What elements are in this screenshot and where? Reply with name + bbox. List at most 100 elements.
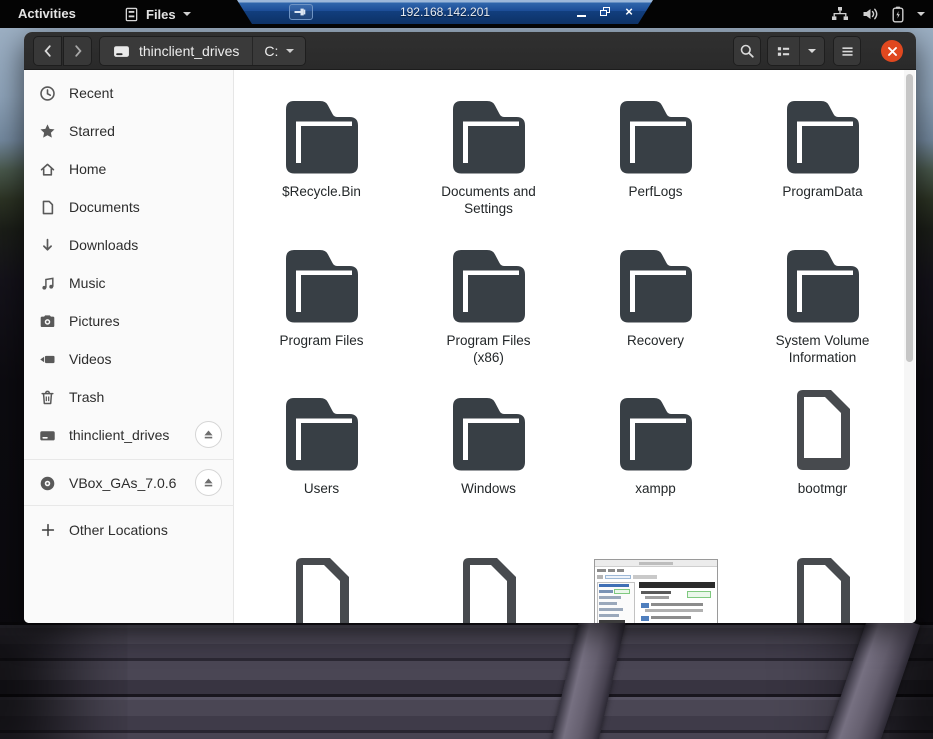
drive-icon [113,43,130,60]
sidebar-item-downloads[interactable]: Downloads [24,226,234,264]
scrollbar-track[interactable] [904,70,915,623]
rdp-minimize-button[interactable] [571,3,591,20]
sidebar-item-thinclient-drives[interactable]: thinclient_drives [24,416,234,454]
sidebar-item-home[interactable]: Home [24,150,234,188]
restore-icon [600,7,610,16]
files-app-menu-label: Files [146,7,176,22]
sidebar-separator [24,459,234,460]
path-segment-label: C: [264,43,278,59]
rdp-close-button[interactable]: × [619,3,639,20]
close-icon [887,46,898,57]
desktop: Activities Files 192. [0,0,933,739]
path-segment-thinclient-drives[interactable]: thinclient_drives [100,37,252,65]
folder-icon [779,237,867,325]
document-icon [779,553,867,623]
drive-icon [39,427,56,444]
video-icon [39,351,56,368]
volume-icon [862,6,879,22]
eject-button[interactable] [195,469,222,496]
files-window: thinclient_drives C: [24,32,916,623]
network-wired-icon [831,6,849,22]
file-item-program-files[interactable]: Program Files [238,237,405,385]
folder-icon [445,237,533,325]
file-item-windows[interactable]: Windows [405,385,572,553]
path-segment-label: thinclient_drives [139,43,239,59]
sidebar-item-vbox-gas[interactable]: VBox_GAs_7.0.6 [24,464,234,502]
folder-icon [779,88,867,176]
folder-icon [278,237,366,325]
search-icon [739,43,755,59]
file-item[interactable] [739,553,906,623]
sidebar-item-pictures[interactable]: Pictures [24,302,234,340]
sidebar-item-other-locations[interactable]: Other Locations [24,511,234,549]
eject-button[interactable] [195,421,222,448]
files-app-menu[interactable]: Files [118,0,197,28]
file-item-documents-and-settings[interactable]: Documents and Settings [405,88,572,237]
folder-icon [445,88,533,176]
music-notes-icon [39,275,56,292]
file-item[interactable] [405,553,572,623]
caret-down-icon [808,49,816,53]
headerbar: thinclient_drives C: [24,32,916,70]
sidebar-item-music[interactable]: Music [24,264,234,302]
eject-icon [202,428,215,441]
file-item-xampp[interactable]: xampp [572,385,739,553]
path-bar: thinclient_drives C: [99,36,306,66]
camera-icon [39,313,56,330]
recent-clock-icon [39,85,56,102]
plus-icon [39,522,56,539]
caret-down-icon [183,12,191,16]
rdp-restore-button[interactable] [595,3,615,20]
document-icon [39,199,56,216]
forward-button[interactable] [63,36,92,66]
view-toggle-button [767,36,825,66]
file-item-program-files-x86[interactable]: Program Files (x86) [405,237,572,385]
chevron-left-icon [40,43,56,59]
search-button[interactable] [733,36,761,66]
file-item-programdata[interactable]: ProgramData [739,88,906,237]
file-item-recovery[interactable]: Recovery [572,237,739,385]
file-item-perflogs[interactable]: PerfLogs [572,88,739,237]
activities-button[interactable]: Activities [10,0,84,28]
eject-icon [202,476,215,489]
system-tray[interactable] [831,0,925,28]
sidebar-item-starred[interactable]: Starred [24,112,234,150]
hamburger-menu-icon [840,44,855,59]
folder-icon [612,237,700,325]
download-arrow-icon [39,237,56,254]
file-item-recycle-bin[interactable]: $Recycle.Bin [238,88,405,237]
sidebar-item-documents[interactable]: Documents [24,188,234,226]
rdp-connection-bar: 192.168.142.201 × [237,0,653,24]
home-icon [39,161,56,178]
sidebar-item-trash[interactable]: Trash [24,378,234,416]
image-thumbnail [594,559,718,623]
path-segment-c-drive[interactable]: C: [252,37,305,65]
caret-down-icon [917,12,925,16]
trash-icon [39,389,56,406]
folder-icon [612,88,700,176]
file-item[interactable] [238,553,405,623]
document-icon [779,385,867,473]
minimize-icon [577,15,586,17]
back-button[interactable] [33,36,62,66]
hamburger-menu-button[interactable] [833,36,861,66]
document-icon [445,553,533,623]
view-options-dropdown[interactable] [800,37,824,65]
file-item-users[interactable]: Users [238,385,405,553]
view-mode-button[interactable] [768,37,800,65]
places-sidebar: Recent Starred Home Documents [24,70,234,623]
scrollbar-thumb[interactable] [906,74,913,362]
sidebar-item-recent[interactable]: Recent [24,74,234,112]
file-grid-view: $Recycle.Bin Documents and Settings Perf… [234,70,916,623]
files-app-icon [124,7,139,22]
list-view-icon [776,44,791,59]
sidebar-item-videos[interactable]: Videos [24,340,234,378]
file-item-system-volume-information[interactable]: System Volume Information [739,237,906,385]
battery-charging-icon [892,6,904,23]
folder-icon [278,385,366,473]
window-close-button[interactable] [881,40,903,62]
file-item[interactable] [572,553,739,623]
file-item-bootmgr[interactable]: bootmgr [739,385,906,553]
folder-icon [278,88,366,176]
chevron-right-icon [70,43,86,59]
